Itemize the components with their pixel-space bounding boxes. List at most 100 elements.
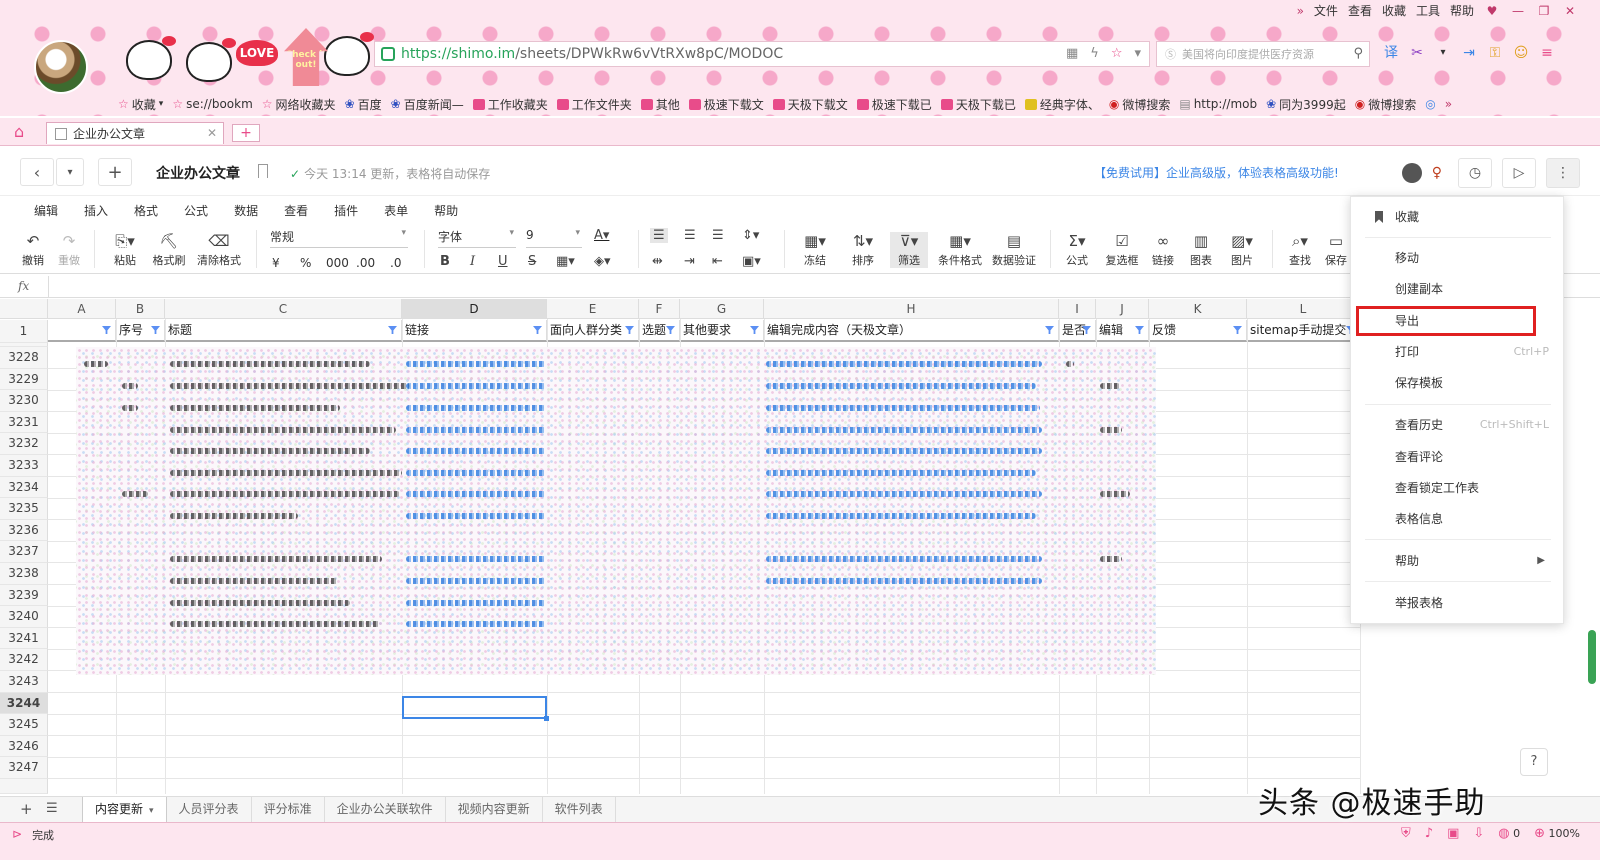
sheet-tab[interactable]: 软件列表 bbox=[543, 797, 616, 823]
bookmark-item[interactable]: 天极下载文 bbox=[772, 96, 848, 113]
find-button[interactable]: ⌕▾ 查找 bbox=[1282, 232, 1318, 268]
collaborator-avatar[interactable] bbox=[1401, 163, 1422, 183]
column-header[interactable]: I bbox=[1059, 299, 1096, 319]
menu-item-help[interactable]: 帮助 ▶ bbox=[1351, 547, 1565, 575]
paste-button[interactable]: ⎘▾ 粘贴 bbox=[108, 232, 142, 268]
new-tab-button[interactable]: + bbox=[232, 124, 260, 142]
align-left-icon[interactable]: ☰ bbox=[650, 228, 668, 243]
column-header[interactable]: E bbox=[547, 299, 639, 319]
row-number[interactable]: 3245 bbox=[0, 714, 48, 736]
address-bar[interactable]: https://shimo.im/sheets/DPWkRw6vVtRXw8pC… bbox=[374, 41, 1150, 67]
bookmark-item[interactable]: ◉ 微博搜索 bbox=[1355, 96, 1417, 113]
menu-item-duplicate[interactable]: 创建副本 bbox=[1351, 275, 1565, 303]
row-number[interactable]: 3229 bbox=[0, 368, 48, 391]
vertical-scrollbar[interactable] bbox=[1588, 630, 1596, 684]
clip-icon[interactable]: ⇤ bbox=[712, 254, 723, 269]
decrease-decimal-button[interactable]: .00 bbox=[356, 256, 375, 270]
sheet-list-icon[interactable]: ☰ bbox=[46, 801, 58, 816]
sheet-tab[interactable]: 评分标准 bbox=[252, 797, 325, 823]
sheet-tab[interactable]: 企业办公关联软件 bbox=[325, 797, 446, 823]
menu-item-history[interactable]: 查看历史 Ctrl+Shift+L bbox=[1351, 411, 1565, 439]
menu-item-comments[interactable]: 查看评论 bbox=[1351, 443, 1565, 471]
chevron-down-icon[interactable]: ▾ bbox=[149, 806, 154, 816]
row-number[interactable]: 3247 bbox=[0, 757, 48, 779]
menu-help[interactable]: 帮助 bbox=[434, 202, 458, 219]
bookmark-item[interactable]: 天极下载已 bbox=[940, 96, 1016, 113]
menu-item-save-template[interactable]: 保存模板 bbox=[1351, 369, 1565, 397]
favorite-star-icon[interactable]: ☆ bbox=[1111, 46, 1123, 61]
speaker-icon[interactable]: ♪ bbox=[1425, 826, 1433, 841]
present-button[interactable]: ▷ bbox=[1502, 158, 1536, 188]
strikethrough-icon[interactable]: S bbox=[528, 254, 536, 269]
menu-data[interactable]: 数据 bbox=[234, 202, 258, 219]
search-icon[interactable]: ⚲ bbox=[1353, 46, 1363, 61]
header-cell[interactable]: 反馈 bbox=[1149, 320, 1247, 342]
percent-button[interactable]: % bbox=[300, 256, 311, 270]
filter-icon[interactable] bbox=[750, 326, 759, 334]
column-header[interactable]: B bbox=[116, 299, 165, 319]
row-number[interactable]: 3240 bbox=[0, 606, 48, 628]
user-avatar[interactable] bbox=[34, 40, 88, 94]
column-header[interactable]: H bbox=[764, 299, 1059, 319]
chrome-icon[interactable]: ◎ bbox=[1425, 97, 1435, 111]
header-cell[interactable]: 是否 bbox=[1059, 320, 1096, 342]
border-icon[interactable]: ▦▾ bbox=[556, 254, 575, 269]
sort-button[interactable]: ⇅▾ 排序 bbox=[844, 232, 882, 268]
bookmark-item[interactable]: ◉ 微博搜索 bbox=[1109, 96, 1171, 113]
filter-icon[interactable] bbox=[151, 326, 160, 334]
row-number[interactable]: 3228 bbox=[0, 347, 48, 369]
menu-format[interactable]: 格式 bbox=[134, 202, 158, 219]
save-button[interactable]: ▭ 保存 bbox=[1324, 232, 1348, 268]
underline-icon[interactable]: U bbox=[498, 254, 508, 269]
bookmark-item[interactable]: ❀ 百度 bbox=[345, 96, 382, 113]
header-cell[interactable]: 编辑完成内容（天极文章） bbox=[764, 320, 1059, 342]
merge-icon[interactable]: ▣▾ bbox=[742, 254, 761, 269]
bookmark-item[interactable]: ☆ 收藏 ▾ bbox=[118, 96, 163, 113]
menu-forms[interactable]: 表单 bbox=[384, 202, 408, 219]
filter-icon[interactable] bbox=[666, 326, 675, 334]
row-number[interactable]: 3233 bbox=[0, 455, 48, 477]
vertical-align-icon[interactable]: ⇕▾ bbox=[742, 228, 759, 243]
download-icon[interactable]: ⇩ bbox=[1473, 826, 1484, 841]
row-number[interactable]: 3230 bbox=[0, 390, 48, 412]
bookmark-item[interactable]: ☆ se://bookm bbox=[172, 97, 252, 111]
header-cell[interactable]: 其他要求 bbox=[680, 320, 764, 342]
shield-icon[interactable]: ⛨ bbox=[1401, 826, 1411, 841]
font-size-select[interactable]: 9 ▾ bbox=[526, 228, 582, 248]
add-sheet-button[interactable]: + bbox=[20, 800, 33, 818]
browser-search-input[interactable]: Ⓢ 美国将向印度提供医疗资源 ⚲ bbox=[1156, 41, 1370, 67]
menu-more-icon[interactable]: » bbox=[1297, 4, 1304, 18]
row-number[interactable]: 3239 bbox=[0, 584, 48, 607]
zoom-level[interactable]: ⊕ 100% bbox=[1534, 826, 1580, 841]
bookmark-item[interactable]: 极速下载已 bbox=[856, 96, 932, 113]
align-right-icon[interactable]: ☰ bbox=[712, 228, 724, 243]
header-cell[interactable]: 链接 bbox=[402, 320, 547, 342]
column-header[interactable]: A bbox=[48, 299, 116, 319]
chevron-down-icon[interactable]: ▾ bbox=[1134, 46, 1141, 61]
figure-icon[interactable]: ♀ bbox=[1432, 165, 1442, 181]
home-icon[interactable]: ⌂ bbox=[14, 122, 24, 141]
header-cell[interactable]: sitemap手动提交 bbox=[1247, 320, 1360, 342]
filter-icon[interactable] bbox=[625, 326, 634, 334]
back-button[interactable]: ‹ bbox=[20, 158, 54, 186]
row-number-selected[interactable]: 3244 bbox=[0, 692, 48, 715]
overflow-icon[interactable]: ⇹ bbox=[652, 254, 663, 269]
chart-button[interactable]: ▥ 图表 bbox=[1186, 232, 1216, 268]
back-dropdown-button[interactable]: ▾ bbox=[56, 158, 84, 186]
redo-button[interactable]: ↷ 重做 bbox=[56, 232, 82, 268]
font-color-icon[interactable]: A▾ bbox=[594, 228, 609, 243]
menu-plugins[interactable]: 插件 bbox=[334, 202, 358, 219]
data-validation-button[interactable]: ▤ 数据验证 bbox=[988, 232, 1040, 268]
filter-icon[interactable] bbox=[388, 326, 397, 334]
filter-icon[interactable] bbox=[1135, 326, 1144, 334]
freeze-button[interactable]: ▦▾ 冻结 bbox=[796, 232, 834, 268]
menu-formula[interactable]: 公式 bbox=[184, 202, 208, 219]
menu-view[interactable]: 查看 bbox=[284, 202, 308, 219]
filter-icon[interactable] bbox=[1045, 326, 1054, 334]
number-format-select[interactable]: 常规 ▾ bbox=[270, 228, 408, 248]
currency-button[interactable]: ¥ bbox=[272, 256, 280, 270]
link-button[interactable]: ∞ 链接 bbox=[1148, 232, 1178, 268]
row-number[interactable]: 3243 bbox=[0, 671, 48, 693]
lightning-icon[interactable]: ϟ bbox=[1090, 46, 1099, 61]
bold-icon[interactable]: B bbox=[440, 254, 450, 269]
